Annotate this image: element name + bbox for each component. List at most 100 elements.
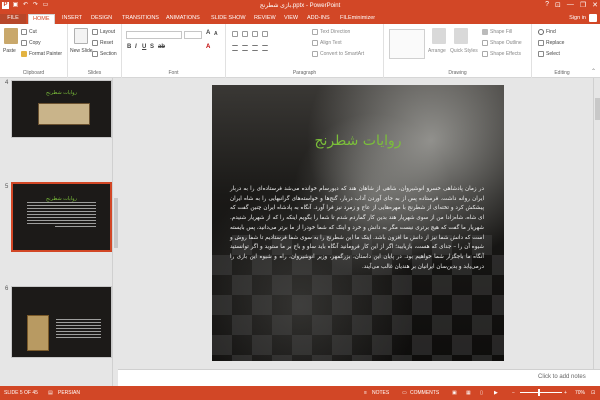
tab-home[interactable]: HOME — [28, 14, 55, 24]
slide-sorter-icon[interactable]: ▦ — [466, 390, 471, 396]
increase-indent-icon[interactable] — [262, 31, 268, 37]
ribbon-tabs: FILE HOME INSERT DESIGN TRANSITIONS ANIM… — [0, 12, 600, 24]
tab-slide-show[interactable]: SLIDE SHOW — [207, 14, 250, 24]
select-icon — [538, 51, 544, 57]
section-icon — [92, 51, 98, 57]
notes-pane[interactable]: Click to add notes — [118, 369, 600, 386]
grow-font-icon[interactable]: A — [206, 30, 210, 36]
fit-slide-icon[interactable]: ⊡ — [591, 390, 595, 396]
font-size-select[interactable] — [184, 31, 202, 39]
language-indicator[interactable]: PERSIAN — [58, 390, 80, 396]
select-button[interactable]: Select — [538, 51, 560, 57]
find-button[interactable]: Find — [538, 29, 556, 35]
font-color-icon[interactable]: A — [206, 44, 210, 50]
section-button[interactable]: Section — [92, 51, 117, 57]
ribbon-display-options-icon[interactable]: ⊡ — [555, 1, 561, 9]
minimize-button[interactable]: — — [567, 1, 574, 9]
convert-smartart-label: Convert to SmartArt — [320, 51, 365, 57]
paste-icon[interactable] — [4, 28, 18, 44]
convert-smartart-button[interactable]: Convert to SmartArt — [312, 51, 364, 57]
paragraph-group: Text Direction Align Text Convert to Sma… — [226, 24, 384, 78]
comments-icon[interactable]: ▭ — [402, 390, 407, 396]
justify-icon[interactable] — [262, 45, 268, 51]
reset-button[interactable]: Reset — [92, 40, 113, 46]
title-bar: P ▣ ↶ ↷ ▭ بازی شطرنج.pptx - PowerPoint ?… — [0, 0, 600, 12]
sign-in-link[interactable]: Sign in — [569, 15, 586, 21]
tab-insert[interactable]: INSERT — [58, 14, 86, 24]
bullets-icon[interactable] — [232, 31, 238, 37]
slide-thumbnail-6[interactable] — [11, 286, 112, 358]
help-button[interactable]: ? — [545, 1, 549, 9]
shape-outline-button[interactable]: Shape Outline — [482, 40, 522, 46]
close-button[interactable]: ✕ — [592, 1, 598, 9]
comments-button[interactable]: COMMENTS — [410, 390, 439, 396]
zoom-slider-thumb[interactable] — [538, 389, 540, 396]
align-left-icon[interactable] — [232, 45, 238, 51]
underline-icon[interactable]: U — [142, 44, 146, 50]
shape-fill-button[interactable]: Shape Fill — [482, 29, 512, 35]
quick-styles-button[interactable]: Quick Styles — [450, 48, 478, 54]
slide-show-icon[interactable]: ▶ — [494, 390, 498, 396]
quick-styles-icon[interactable] — [454, 28, 468, 44]
tab-add-ins[interactable]: ADD-INS — [303, 14, 334, 24]
new-slide-icon[interactable] — [74, 28, 88, 44]
layout-button[interactable]: Layout — [92, 29, 115, 35]
new-slide-button[interactable]: New Slide — [70, 48, 93, 54]
align-right-icon[interactable] — [252, 45, 258, 51]
tab-fileminimizer[interactable]: FILEminimizer — [336, 14, 379, 24]
slide-title[interactable]: روایات شطرنج — [212, 133, 504, 149]
arrange-icon[interactable] — [432, 28, 446, 44]
restore-button[interactable]: ❐ — [580, 1, 586, 9]
tab-file[interactable]: FILE — [0, 14, 26, 24]
slide-thumbnail-4[interactable]: روایات شطرنج — [11, 80, 112, 138]
spelling-icon[interactable]: ▤ — [48, 390, 53, 396]
decrease-indent-icon[interactable] — [252, 31, 258, 37]
bold-icon[interactable]: B — [127, 44, 131, 50]
font-name-select[interactable] — [126, 31, 182, 39]
slide-body-text[interactable]: در زمان پادشاهی خسرو انوشیروان، شاهی از … — [230, 185, 484, 272]
tab-view[interactable]: VIEW — [280, 14, 302, 24]
paste-label: Paste — [3, 48, 16, 54]
window-title: بازی شطرنج.pptx - PowerPoint — [259, 3, 341, 9]
find-label: Find — [546, 29, 556, 35]
align-text-button[interactable]: Align Text — [312, 40, 342, 46]
numbering-icon[interactable] — [242, 31, 248, 37]
shapes-gallery[interactable] — [389, 29, 425, 59]
cut-button[interactable]: Cut — [21, 29, 37, 35]
current-slide[interactable]: روایات شطرنج در زمان پادشاهی خسرو انوشیر… — [212, 85, 504, 361]
reading-view-icon[interactable]: ▯ — [480, 390, 483, 396]
strikethrough-icon[interactable]: ab — [158, 44, 165, 50]
text-direction-button[interactable]: Text Direction — [312, 29, 350, 35]
italic-icon[interactable]: I — [135, 44, 137, 50]
format-painter-button[interactable]: Format Painter — [21, 51, 62, 57]
align-text-icon — [312, 40, 318, 46]
scrollbar-thumb[interactable] — [595, 98, 600, 120]
shape-effects-button[interactable]: Shape Effects — [482, 51, 521, 57]
copy-button[interactable]: Copy — [21, 40, 41, 46]
zoom-out-icon[interactable]: − — [512, 390, 515, 396]
notes-icon[interactable]: ≡ — [364, 390, 367, 396]
text-direction-label: Text Direction — [320, 29, 351, 35]
thumbnail-title: روایات شطرنج — [46, 90, 77, 96]
shape-outline-label: Shape Outline — [490, 40, 522, 46]
paste-button[interactable]: Paste — [3, 48, 16, 54]
shadow-icon[interactable]: S — [150, 44, 154, 50]
shrink-font-icon[interactable]: A — [214, 31, 218, 37]
zoom-slider[interactable] — [520, 392, 562, 393]
normal-view-icon[interactable]: ▣ — [452, 390, 457, 396]
align-center-icon[interactable] — [242, 45, 248, 51]
avatar[interactable] — [589, 14, 597, 22]
slide-scrollbar[interactable] — [593, 78, 600, 369]
slide-thumbnail-5[interactable]: روایات شطرنج — [11, 182, 112, 252]
tab-design[interactable]: DESIGN — [87, 14, 116, 24]
zoom-in-icon[interactable]: + — [564, 390, 567, 396]
tab-animations[interactable]: ANIMATIONS — [162, 14, 204, 24]
arrange-button[interactable]: Arrange — [428, 48, 446, 54]
reset-label: Reset — [100, 40, 114, 46]
replace-button[interactable]: Replace — [538, 40, 564, 46]
notes-button[interactable]: NOTES — [372, 390, 389, 396]
zoom-level[interactable]: 70% — [575, 390, 585, 396]
tab-transitions[interactable]: TRANSITIONS — [118, 14, 163, 24]
collapse-ribbon-icon[interactable]: ⌃ — [591, 68, 596, 75]
tab-review[interactable]: REVIEW — [250, 14, 280, 24]
